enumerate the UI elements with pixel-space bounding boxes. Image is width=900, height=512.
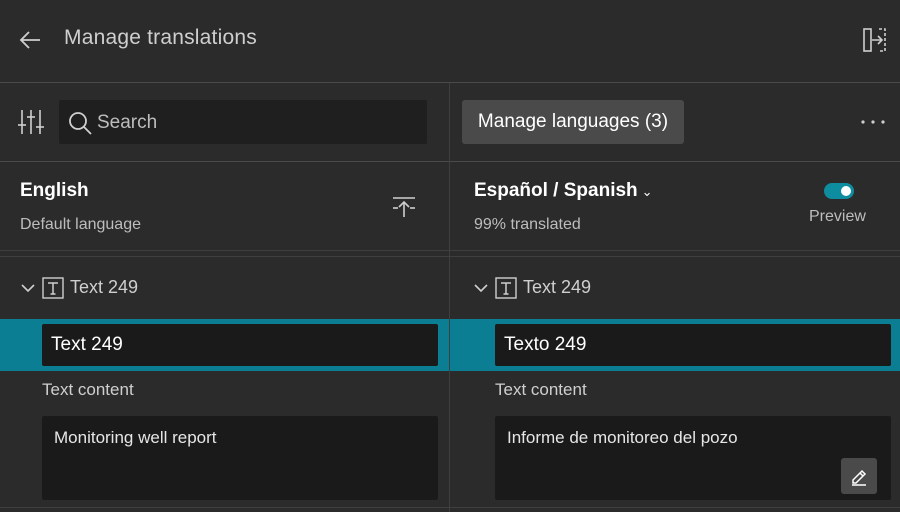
search-icon [69, 112, 92, 135]
target-language-header: Español / Spanish ⌄ 99% translated Previe… [450, 162, 900, 251]
exit-button[interactable] [860, 26, 890, 54]
search-input[interactable] [95, 108, 419, 138]
default-language-name: English [20, 180, 89, 201]
edit-button[interactable] [841, 458, 877, 494]
preview-toggle[interactable] [824, 183, 854, 199]
right-toolbar: Manage languages (3) [450, 83, 900, 162]
default-language-subtitle: Default language [20, 216, 141, 233]
exit-panel-icon [863, 28, 886, 52]
right-name-field[interactable]: Texto 249 [495, 324, 891, 366]
right-content-field[interactable]: Informe de monitoreo del pozo [495, 416, 891, 500]
collapse-all-icon [393, 197, 415, 217]
preview-label: Preview [809, 208, 866, 225]
chevron-down-icon: ⌄ [641, 184, 653, 199]
collapse-all-button[interactable] [390, 192, 418, 220]
search-field[interactable] [59, 100, 427, 144]
back-button[interactable] [16, 26, 46, 54]
left-toolbar [0, 83, 449, 162]
default-language-header: English Default language [0, 162, 449, 251]
left-separator [0, 256, 449, 257]
left-content-label: Text content [42, 380, 134, 399]
bottom-divider [0, 507, 900, 508]
pencil-icon [852, 469, 867, 486]
left-selected-row: Text 249 [0, 319, 449, 371]
text-element-icon [495, 277, 517, 299]
left-item-header[interactable]: Text 249 [0, 268, 449, 308]
right-selected-row: Texto 249 [450, 319, 900, 371]
top-bar: Manage translations [0, 0, 900, 83]
back-arrow-icon [19, 31, 40, 49]
left-name-field[interactable]: Text 249 [42, 324, 438, 366]
left-item-label: Text 249 [70, 277, 139, 297]
chevron-down-icon[interactable] [473, 280, 489, 296]
left-content-field[interactable]: Monitoring well report [42, 416, 438, 500]
right-separator [450, 256, 900, 257]
translation-progress: 99% translated [474, 216, 581, 233]
right-content-label: Text content [495, 380, 587, 399]
toggle-knob [841, 186, 851, 196]
right-item-label: Text 249 [523, 277, 592, 297]
page-title: Manage translations [64, 26, 257, 49]
target-language-name: Español / Spanish [474, 180, 638, 201]
manage-languages-button[interactable]: Manage languages (3) [462, 100, 684, 144]
sliders-icon [18, 110, 44, 134]
language-dropdown[interactable]: Español / Spanish ⌄ [474, 180, 653, 202]
chevron-down-icon[interactable] [20, 280, 36, 296]
filter-button[interactable] [16, 107, 46, 137]
text-element-icon [42, 277, 64, 299]
more-options-button[interactable] [858, 109, 888, 135]
more-horizontal-icon [861, 120, 885, 124]
right-item-header[interactable]: Text 249 [453, 268, 900, 308]
